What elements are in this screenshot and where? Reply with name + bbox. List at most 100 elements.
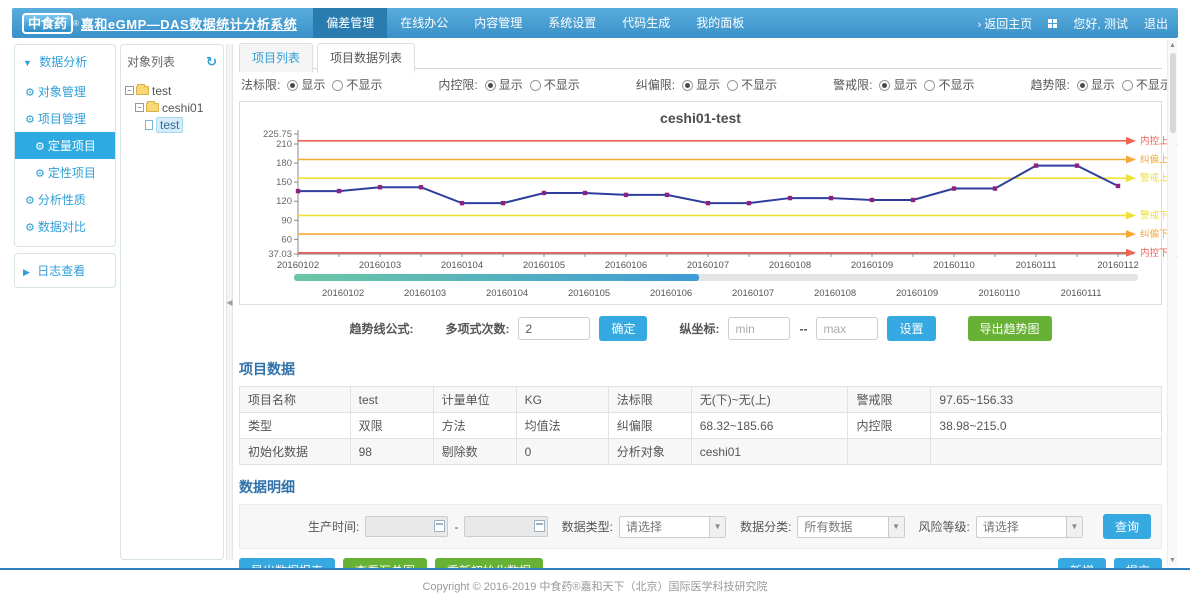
svg-text:20160112: 20160112: [1097, 260, 1139, 271]
sidebar-item-定性项目[interactable]: ⚙定性项目: [15, 159, 115, 186]
svg-text:180: 180: [276, 158, 292, 169]
scroll-up-icon[interactable]: ▲: [1168, 40, 1177, 51]
y-max-input[interactable]: [816, 317, 878, 340]
sidebar-item-对象管理[interactable]: ⚙对象管理: [15, 78, 115, 105]
sidebar-section-data-analysis[interactable]: ▼ 数据分析: [15, 45, 115, 78]
radio-显示[interactable]: [879, 80, 890, 91]
radio-不显示[interactable]: [924, 80, 935, 91]
nav-item-代码生成[interactable]: 代码生成: [609, 8, 683, 38]
table-cell: 法标限: [608, 387, 691, 413]
left-sidebar: ▼ 数据分析 ⚙对象管理⚙项目管理⚙定量项目⚙定性项目⚙分析性质⚙数据对比 ▶ …: [12, 38, 118, 566]
tree-node-test[interactable]: test: [123, 116, 221, 133]
limit-toggle-label: 内控限:: [438, 78, 477, 92]
radio-显示[interactable]: [1077, 80, 1088, 91]
svg-text:20160102: 20160102: [277, 260, 319, 271]
app-logo: 中食药® 嘉和eGMP—DAS数据统计分析系统: [22, 13, 297, 34]
tree-node-test[interactable]: − test: [123, 82, 221, 99]
chevron-down-icon: ▼: [1066, 517, 1082, 537]
data-detail-filter-row: 生产时间: - 数据类型: 请选择▼ 数据分类: 所有数据▼ 风险等级: 请选择…: [239, 504, 1162, 549]
radio-显示[interactable]: [485, 80, 496, 91]
svg-text:20160109: 20160109: [896, 288, 938, 299]
table-cell: 项目名称: [240, 387, 351, 413]
table-cell: 68.32~185.66: [691, 413, 848, 439]
trend-chart-panel: ceshi01-test 225.75210180150120906037.03…: [239, 101, 1162, 305]
risk-level-label: 风险等级:: [919, 518, 970, 535]
return-home-link[interactable]: ›返回主页: [978, 15, 1033, 32]
table-cell: 无(下)~无(上): [691, 387, 848, 413]
y-min-input[interactable]: [728, 317, 790, 340]
object-list-panel: 对象列表 ↻ −test−ceshi01test: [120, 44, 224, 560]
tree-node-label: test: [156, 117, 183, 133]
radio-不显示[interactable]: [727, 80, 738, 91]
svg-text:20160103: 20160103: [404, 288, 446, 299]
top-menu: 偏差管理在线办公内容管理系统设置代码生成我的面板: [313, 8, 757, 38]
tree-collapse-icon[interactable]: −: [125, 86, 134, 95]
limit-toggle-警戒限: 警戒限:显示不显示: [833, 76, 974, 93]
export-trend-chart-button[interactable]: 导出趋势图: [968, 316, 1052, 341]
grid-icon[interactable]: [1048, 19, 1057, 28]
svg-text:20160103: 20160103: [359, 260, 401, 271]
calendar-icon: [534, 520, 545, 532]
radio-label: 显示: [499, 78, 523, 92]
nav-item-在线办公[interactable]: 在线办公: [387, 8, 461, 38]
tree-node-label: test: [152, 84, 171, 98]
table-cell: test: [350, 387, 433, 413]
nav-item-内容管理[interactable]: 内容管理: [461, 8, 535, 38]
table-cell: 38.98~215.0: [931, 413, 1162, 439]
sidebar-item-分析性质[interactable]: ⚙分析性质: [15, 186, 115, 213]
sidebar-item-定量项目[interactable]: ⚙定量项目: [15, 132, 115, 159]
limit-toggle-label: 趋势限:: [1031, 78, 1070, 92]
panel-splitter[interactable]: ◀: [226, 44, 233, 560]
radio-显示[interactable]: [682, 80, 693, 91]
radio-不显示[interactable]: [332, 80, 343, 91]
scrollbar-thumb[interactable]: [1170, 53, 1176, 133]
svg-text:20160107: 20160107: [687, 260, 729, 271]
search-button[interactable]: 查询: [1103, 514, 1151, 539]
svg-text:20160105: 20160105: [523, 260, 565, 271]
svg-text:20160104: 20160104: [441, 260, 483, 271]
scroll-down-icon[interactable]: ▼: [1168, 557, 1177, 564]
set-button[interactable]: 设置: [887, 316, 935, 341]
refresh-icon[interactable]: ↻: [206, 57, 217, 67]
table-cell: 分析对象: [608, 439, 691, 465]
date-start-input[interactable]: [365, 516, 448, 537]
data-category-label: 数据分类:: [740, 518, 791, 535]
radio-不显示[interactable]: [530, 80, 541, 91]
tab-项目列表[interactable]: 项目列表: [239, 43, 313, 72]
svg-text:20160111: 20160111: [1061, 288, 1102, 299]
sidebar-item-项目管理[interactable]: ⚙项目管理: [15, 105, 115, 132]
sidebar-section-log-view[interactable]: ▶ 日志查看: [15, 254, 115, 287]
logout-link[interactable]: 退出: [1144, 15, 1168, 32]
svg-text:120: 120: [276, 196, 292, 207]
nav-item-系统设置[interactable]: 系统设置: [535, 8, 609, 38]
confirm-button[interactable]: 确定: [599, 316, 647, 341]
sidebar-item-数据对比[interactable]: ⚙数据对比: [15, 213, 115, 240]
svg-text:20160107: 20160107: [732, 288, 774, 299]
data-type-label: 数据类型:: [562, 518, 613, 535]
folder-icon: [136, 86, 149, 95]
radio-显示[interactable]: [287, 80, 298, 91]
tree-node-ceshi01[interactable]: −ceshi01: [123, 99, 221, 116]
svg-text:60: 60: [281, 234, 292, 245]
tree-collapse-icon[interactable]: −: [135, 103, 144, 112]
svg-text:20160111: 20160111: [1016, 260, 1057, 271]
production-time-label: 生产时间:: [308, 518, 359, 535]
radio-不显示[interactable]: [1122, 80, 1133, 91]
nav-item-我的面板[interactable]: 我的面板: [683, 8, 757, 38]
risk-level-select[interactable]: 请选择▼: [976, 516, 1083, 538]
collapse-left-icon: ◀: [226, 298, 232, 307]
date-end-input[interactable]: [464, 516, 547, 537]
data-category-select[interactable]: 所有数据▼: [797, 516, 904, 538]
vertical-scrollbar[interactable]: ▲ ▼: [1167, 40, 1177, 566]
tab-项目数据列表[interactable]: 项目数据列表: [317, 43, 415, 73]
poly-degree-input[interactable]: [518, 317, 590, 340]
limit-toggle-法标限: 法标限:显示不显示: [241, 76, 382, 93]
sidebar-item-label: 分析性质: [38, 193, 86, 207]
data-type-select[interactable]: 请选择▼: [619, 516, 726, 538]
trend-line-chart[interactable]: 225.75210180150120906037.03内控上限: 215.0纠偏…: [240, 126, 1178, 304]
limit-toggle-趋势限: 趋势限:显示不显示: [1031, 76, 1172, 93]
data-detail-title: 数据明细: [239, 465, 1162, 504]
range-separator: --: [799, 322, 807, 336]
nav-item-偏差管理[interactable]: 偏差管理: [313, 8, 387, 38]
chevron-right-icon: ›: [978, 19, 982, 31]
